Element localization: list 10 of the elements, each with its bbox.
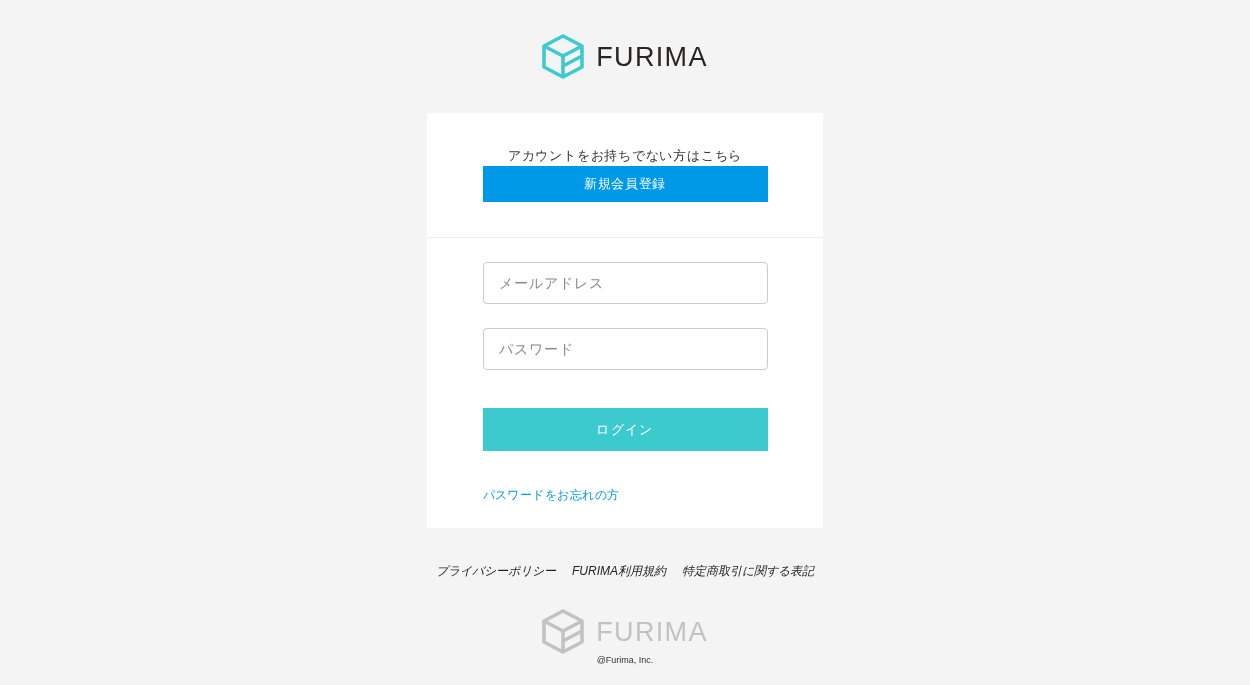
copyright-text: @Furima, Inc. — [596, 655, 654, 665]
cube-logo-icon — [542, 34, 585, 79]
input-field[interactable]: メールアドレス — [482, 262, 768, 304]
logo-wordmark: FURIMA — [596, 41, 708, 72]
cube-logo-icon — [542, 609, 585, 654]
footer-link[interactable]: プライバシーポリシー — [436, 564, 556, 579]
footer-link[interactable]: FURIMA利用規約 — [572, 564, 666, 579]
footer-link[interactable]: 特定商取引に関する表記 — [682, 564, 814, 579]
signup-prompt: アカウントをお持ちでない方はこちら — [507, 147, 743, 165]
input-field[interactable]: パスワード — [482, 328, 768, 370]
